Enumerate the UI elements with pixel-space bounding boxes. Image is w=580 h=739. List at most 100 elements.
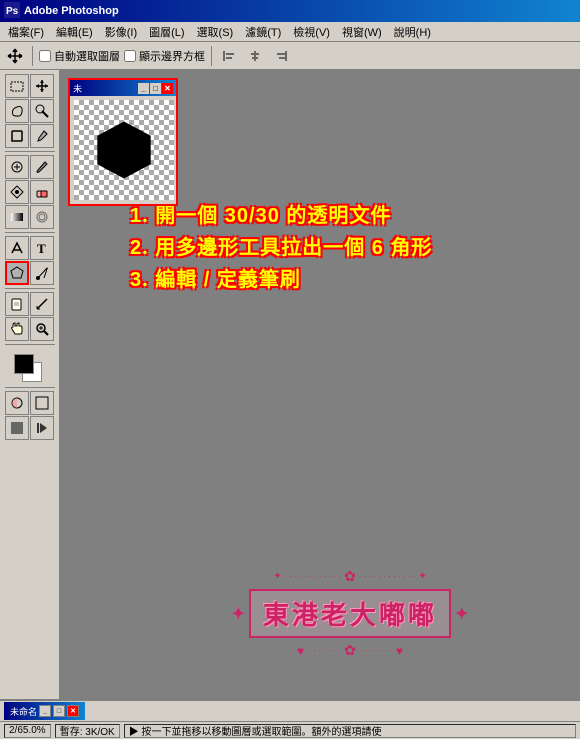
align-left-btn[interactable]: [218, 45, 240, 67]
clone-stamp-tool[interactable]: [5, 180, 29, 204]
bottom-doc-bar: 未命名 _ □ ✕: [0, 699, 580, 721]
show-bounds-label: 顯示邊界方框: [124, 48, 205, 64]
instruction-step3: 3. 編輯 / 定義筆刷: [130, 264, 570, 296]
instruction-step2: 2. 用多邊形工具拉出一個 6 角形: [130, 232, 570, 264]
canvas-area: 未 _ □ ✕ 1. 開一個 30/30 的透明文件 2. 用多邊形工具拉出一個…: [60, 70, 580, 699]
tool-row-10: [5, 317, 54, 341]
logo-deco-top: ✦ · · · · · · · · · · · · ✿ · · · · · · …: [273, 568, 426, 585]
blur-tool[interactable]: [30, 205, 54, 229]
show-bounds-checkbox[interactable]: [124, 50, 136, 62]
eyedropper-tool[interactable]: [30, 124, 54, 148]
menu-window[interactable]: 視窗(W): [336, 23, 388, 41]
title-bar: Ps Adobe Photoshop: [0, 0, 580, 22]
tool-row-5: [5, 180, 54, 204]
app-icon: Ps: [4, 2, 20, 21]
align-right-btn[interactable]: [270, 45, 292, 67]
tool-row-1: [5, 74, 54, 98]
status-zoom: 2/65.0%: [4, 724, 51, 738]
doc-close-btn[interactable]: ✕: [162, 83, 173, 94]
eraser-tool[interactable]: [30, 180, 54, 204]
document-window: 未 _ □ ✕: [68, 78, 178, 206]
tool-row-6: [5, 205, 54, 229]
crop-tool[interactable]: [5, 124, 29, 148]
status-scratch: 暫存: 3K/OK: [55, 724, 120, 738]
notes-tool[interactable]: [5, 292, 29, 316]
healing-tool[interactable]: [5, 155, 29, 179]
screen-mode-btn[interactable]: [5, 416, 29, 440]
doc-minimize-btn[interactable]: _: [138, 83, 149, 94]
path-selection-tool[interactable]: [5, 236, 29, 260]
bottom-restore-btn[interactable]: □: [53, 705, 65, 717]
auto-select-checkbox[interactable]: [39, 50, 51, 62]
tool-row-2: [5, 99, 54, 123]
menu-image[interactable]: 影像(I): [99, 23, 143, 41]
rectangular-marquee-tool[interactable]: [5, 74, 29, 98]
status-info: ▶ 按一下並拖移以移動圖層或選取範圍。額外的選項請使: [124, 724, 576, 738]
doc-titlebar-buttons: _ □ ✕: [138, 83, 173, 94]
quick-mask-btn[interactable]: [5, 391, 29, 415]
menu-edit[interactable]: 編輯(E): [50, 23, 99, 41]
standard-mode-btn[interactable]: [30, 391, 54, 415]
color-swatches: [12, 350, 48, 384]
menu-bar: 檔案(F) 編輯(E) 影像(I) 圖層(L) 選取(S) 濾鏡(T) 檢視(V…: [0, 22, 580, 42]
menu-filter[interactable]: 濾鏡(T): [239, 23, 287, 41]
menu-file[interactable]: 檔案(F): [2, 23, 50, 41]
tool-row-7: T: [5, 236, 54, 260]
gradient-tool[interactable]: [5, 205, 29, 229]
instruction-text: 1. 開一個 30/30 的透明文件 2. 用多邊形工具拉出一個 6 角形 3.…: [130, 200, 570, 296]
align-center-btn[interactable]: [244, 45, 266, 67]
logo-area: ✦ · · · · · · · · · · · · ✿ · · · · · · …: [130, 568, 570, 659]
tool-row-4: [5, 155, 54, 179]
tool-row-8: [5, 261, 54, 285]
tool-row-extra2: [5, 416, 54, 440]
hand-tool[interactable]: [5, 317, 29, 341]
status-bar: 2/65.0% 暫存: 3K/OK ▶ 按一下並拖移以移動圖層或選取範圍。額外的…: [0, 721, 580, 739]
toolbox: T: [0, 70, 60, 699]
zoom-level: 2/65.0%: [9, 725, 46, 736]
show-bounds-text: 顯示邊界方框: [139, 48, 205, 64]
doc-title: 未: [73, 82, 82, 95]
toolbar-sep-2: [211, 46, 212, 66]
move-tool[interactable]: [30, 74, 54, 98]
svg-text:Ps: Ps: [6, 6, 19, 17]
app-title: Adobe Photoshop: [24, 5, 119, 17]
logo-main-row: ✦ 東港老大嘟嘟 ✦: [232, 589, 469, 638]
menu-select[interactable]: 選取(S): [191, 23, 240, 41]
brush-tool[interactable]: [30, 155, 54, 179]
pen-tool[interactable]: [30, 261, 54, 285]
doc-maximize-btn[interactable]: □: [150, 83, 161, 94]
jump-to-imageready-btn[interactable]: [30, 416, 54, 440]
scratch-size: 暫存: 3K/OK: [60, 723, 115, 738]
menu-layer[interactable]: 圖層(L): [143, 23, 190, 41]
tool-sep-4: [5, 344, 55, 345]
main-area: T: [0, 70, 580, 699]
menu-view[interactable]: 檢視(V): [287, 23, 336, 41]
tool-row-9: [5, 292, 54, 316]
bottom-close-btn[interactable]: ✕: [67, 705, 79, 717]
toolbar-sep-1: [32, 46, 33, 66]
move-tool-btn[interactable]: [4, 45, 26, 67]
tool-sep-3: [5, 288, 55, 289]
menu-help[interactable]: 說明(H): [388, 23, 437, 41]
type-tool[interactable]: T: [30, 236, 54, 260]
instruction-step1: 1. 開一個 30/30 的透明文件: [130, 200, 570, 232]
magic-wand-tool[interactable]: [30, 99, 54, 123]
fg-color-swatch[interactable]: [14, 354, 34, 374]
tool-sep-5: [5, 387, 55, 388]
logo-box: 東港老大嘟嘟: [249, 589, 451, 638]
logo-text: 東港老大嘟嘟: [263, 600, 437, 630]
zoom-tool[interactable]: [30, 317, 54, 341]
tool-row-3: [5, 124, 54, 148]
hexagon-shape: [89, 115, 159, 185]
tool-row-extra1: [5, 391, 54, 415]
measure-tool[interactable]: [30, 292, 54, 316]
polygon-tool[interactable]: [5, 261, 29, 285]
tool-sep-1: [5, 151, 55, 152]
auto-select-label: 自動選取圖層: [39, 48, 120, 64]
doc-titlebar: 未 _ □ ✕: [70, 80, 176, 96]
tool-sep-2: [5, 232, 55, 233]
lasso-tool[interactable]: [5, 99, 29, 123]
logo-deco-bottom: ♥ · · · · · · · ✿ · · · · · · · ♥: [297, 642, 403, 659]
logo-container: ✦ · · · · · · · · · · · · ✿ · · · · · · …: [232, 568, 469, 659]
bottom-minimize-btn[interactable]: _: [39, 705, 51, 717]
